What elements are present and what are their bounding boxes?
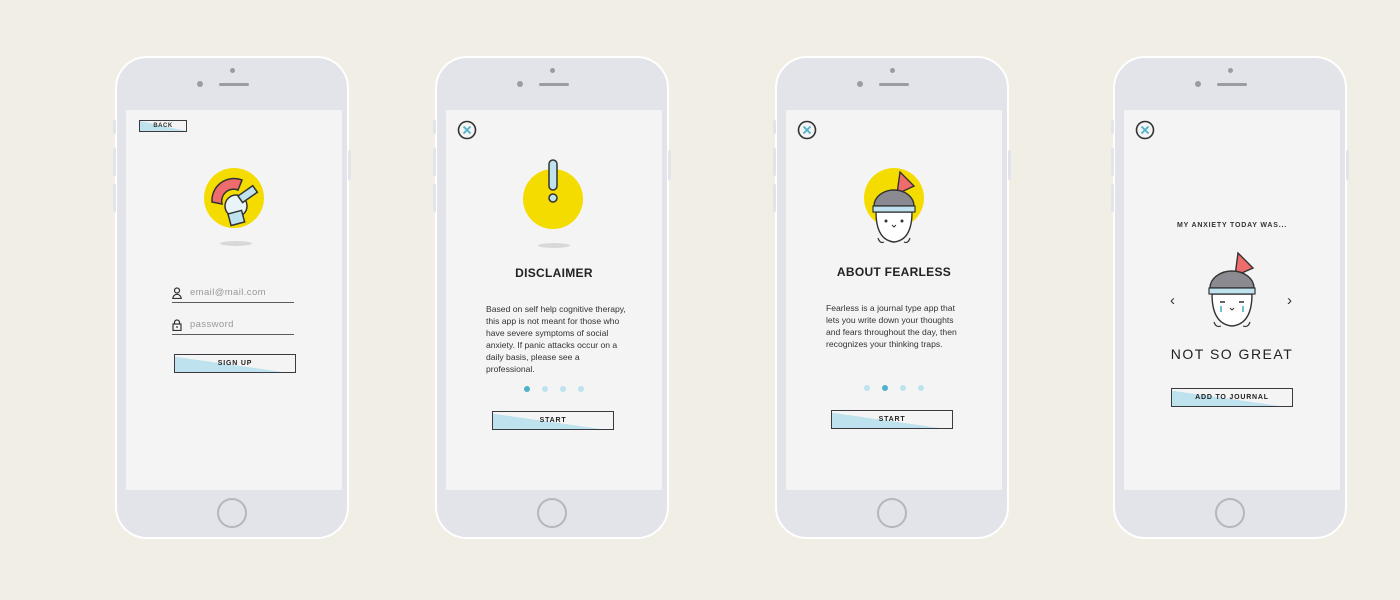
mascot-icon <box>872 170 916 244</box>
exclamation-icon <box>548 159 558 203</box>
volume-up-button <box>773 148 776 176</box>
power-button <box>1346 150 1349 180</box>
proximity-sensor <box>1195 81 1201 87</box>
home-button <box>217 498 247 528</box>
proximity-sensor <box>857 81 863 87</box>
screen-title: ABOUT FEARLESS <box>836 265 952 279</box>
camera <box>230 68 235 73</box>
volume-down-button <box>113 184 116 212</box>
about-screen: ABOUT FEARLESS Fearless is a journal typ… <box>786 110 1002 490</box>
phone-frame-about: ABOUT FEARLESS Fearless is a journal typ… <box>773 56 1011 539</box>
prev-mood-arrow[interactable]: ‹ <box>1170 292 1175 309</box>
volume-down-button <box>1111 184 1114 212</box>
mood-value: NOT SO GREAT <box>1170 346 1294 362</box>
mute-switch <box>113 120 116 134</box>
pager-dot[interactable] <box>900 385 906 391</box>
back-button[interactable]: BACK <box>139 120 187 132</box>
pager-dot[interactable] <box>882 385 888 391</box>
close-icon[interactable] <box>1135 120 1155 140</box>
volume-down-button <box>433 184 436 212</box>
speaker <box>539 83 569 86</box>
phone-frame-mood: MY ANXIETY TODAY WAS... ‹ › NOT SO GREAT… <box>1111 56 1349 539</box>
mood-prompt: MY ANXIETY TODAY WAS... <box>1177 222 1287 229</box>
volume-down-button <box>773 184 776 212</box>
pager-dot[interactable] <box>524 386 530 392</box>
mute-switch <box>433 120 436 134</box>
password-field[interactable]: password <box>172 317 294 335</box>
speaker <box>1217 83 1247 86</box>
icon-shadow <box>538 243 570 248</box>
proximity-sensor <box>517 81 523 87</box>
camera <box>550 68 555 73</box>
pager-dot[interactable] <box>918 385 924 391</box>
disclaimer-text: Based on self help cognitive therapy, th… <box>486 304 626 374</box>
login-screen: BACK email@mail.com password SIGN UP <box>126 110 342 490</box>
next-mood-arrow[interactable]: › <box>1287 292 1292 309</box>
email-placeholder: email@mail.com <box>190 287 266 298</box>
mascot-icon <box>1208 251 1256 328</box>
sign-up-button[interactable]: SIGN UP <box>174 354 296 373</box>
pager-dot[interactable] <box>542 386 548 392</box>
pager-dot[interactable] <box>864 385 870 391</box>
mute-switch <box>1111 120 1114 134</box>
email-field[interactable]: email@mail.com <box>172 285 294 303</box>
camera <box>890 68 895 73</box>
phone-frame-login: BACK email@mail.com password SIGN UP <box>113 56 351 539</box>
close-icon[interactable] <box>457 120 477 140</box>
pager-dots <box>446 386 662 392</box>
mute-switch <box>773 120 776 134</box>
proximity-sensor <box>197 81 203 87</box>
pager-dots <box>786 385 1002 391</box>
home-button <box>877 498 907 528</box>
lock-icon <box>172 319 182 331</box>
home-button <box>537 498 567 528</box>
start-button[interactable]: START <box>492 411 614 430</box>
power-button <box>668 150 671 180</box>
pager-dot[interactable] <box>560 386 566 392</box>
speaker <box>879 83 909 86</box>
home-button <box>1215 498 1245 528</box>
user-icon <box>172 287 182 299</box>
power-button <box>348 150 351 180</box>
pager-dot[interactable] <box>578 386 584 392</box>
volume-up-button <box>1111 148 1114 176</box>
add-to-journal-button[interactable]: ADD TO JOURNAL <box>1171 388 1293 407</box>
about-text: Fearless is a journal type app that lets… <box>826 303 957 349</box>
close-icon[interactable] <box>797 120 817 140</box>
volume-up-button <box>433 148 436 176</box>
speaker <box>219 83 249 86</box>
volume-up-button <box>113 148 116 176</box>
phone-frame-disclaimer: DISCLAIMER Based on self help cognitive … <box>433 56 671 539</box>
camera <box>1228 68 1233 73</box>
start-button[interactable]: START <box>831 410 953 429</box>
logo-shadow <box>220 241 252 246</box>
screen-title: DISCLAIMER <box>515 266 593 280</box>
helmet-icon <box>211 177 259 227</box>
power-button <box>1008 150 1011 180</box>
password-placeholder: password <box>190 319 234 330</box>
mood-screen: MY ANXIETY TODAY WAS... ‹ › NOT SO GREAT… <box>1124 110 1340 490</box>
disclaimer-screen: DISCLAIMER Based on self help cognitive … <box>446 110 662 490</box>
